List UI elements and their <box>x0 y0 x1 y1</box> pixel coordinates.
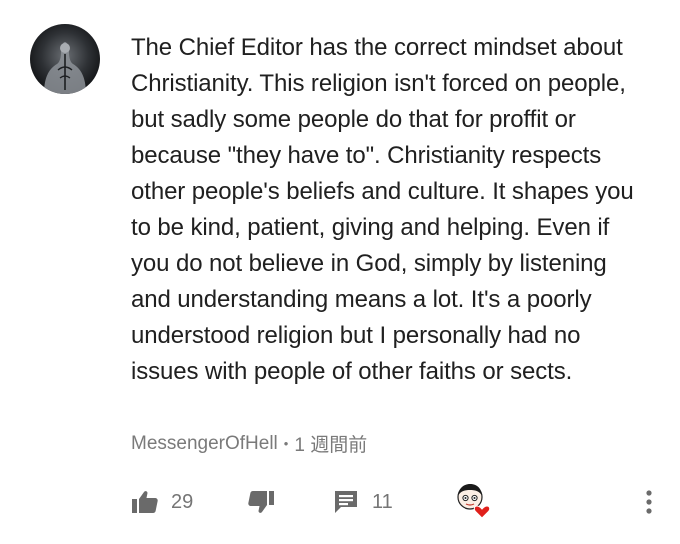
like-button[interactable]: 29 <box>131 484 193 520</box>
avatar-image <box>44 42 86 94</box>
more-options-button[interactable] <box>637 484 661 520</box>
more-vertical-icon <box>645 489 653 515</box>
thumbs-up-icon <box>131 489 159 515</box>
thumbs-down-icon <box>247 489 275 515</box>
like-count: 29 <box>171 490 194 513</box>
comment-meta: MessengerOfHell • 1 週間前 <box>131 430 367 457</box>
comment-time: 1 週間前 <box>294 435 368 456</box>
comment-icon <box>332 488 360 516</box>
creator-heart-icon <box>453 480 493 520</box>
comment-actions: 29 11 <box>131 484 661 520</box>
reply-count: 11 <box>372 490 393 513</box>
meta-separator: • <box>283 436 289 451</box>
reply-button[interactable]: 11 <box>332 484 393 520</box>
comment-text: The Chief Editor has the correct mindset… <box>131 34 634 385</box>
dislike-button[interactable] <box>247 484 275 520</box>
author-avatar[interactable] <box>30 24 100 94</box>
author-name[interactable]: MessengerOfHell <box>131 433 278 455</box>
creator-heart[interactable] <box>453 480 493 520</box>
